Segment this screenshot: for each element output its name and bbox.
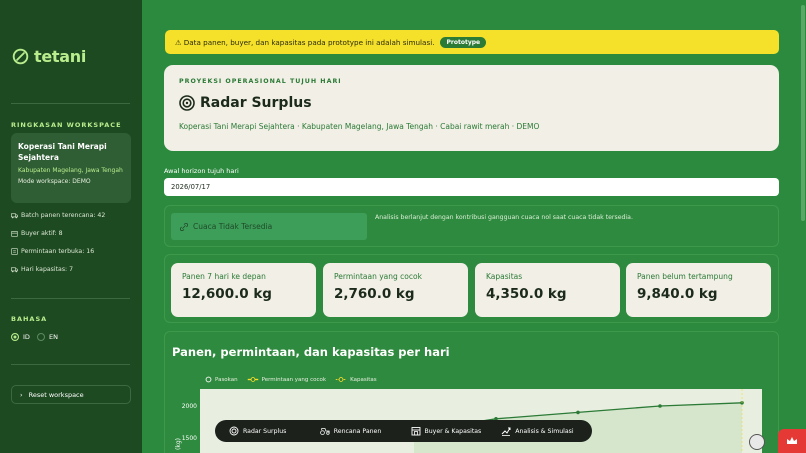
truck-icon <box>11 267 18 273</box>
y-tick-label: 1500 <box>182 435 197 442</box>
stat-capacity-days: Hari kapasitas: 7 <box>11 266 73 273</box>
radar-icon <box>179 95 195 111</box>
list-icon <box>11 248 18 255</box>
link-icon <box>180 222 188 231</box>
crown-icon[interactable] <box>778 429 806 453</box>
hero-eyebrow: PROYEKSI OPERASIONAL TUJUH HARI <box>179 78 342 85</box>
metric-value: 4,350.0 kg <box>486 286 567 302</box>
page-title: Radar Surplus <box>179 95 764 111</box>
workspace-heading: RINGKASAN WORKSPACE <box>11 121 122 129</box>
scrollbar-thumb[interactable] <box>801 5 805 221</box>
metric-label: Kapasitas <box>486 272 523 281</box>
nav-label: Radar Surplus <box>243 427 287 435</box>
app-name: tetani <box>34 47 87 66</box>
sidebar: tetani RINGKASAN WORKSPACE Koperasi Tani… <box>0 0 142 453</box>
tractor-icon <box>319 428 330 435</box>
stat-label: Buyer aktif: 8 <box>21 230 63 237</box>
nav-label: Buyer & Kapasitas <box>424 427 482 435</box>
box-icon <box>11 231 18 237</box>
stat-batch: Batch panen terencana: 42 <box>11 212 105 219</box>
metric-card-harvest: Panen 7 hari ke depan 12,600.0 kg <box>171 263 316 317</box>
metric-label: Panen belum tertampung <box>637 272 733 281</box>
language-heading: BAHASA <box>11 315 48 323</box>
crown-glyph <box>787 437 797 444</box>
prototype-badge: Prototype <box>440 36 487 48</box>
workspace-name: Koperasi Tani Merapi Sejahtera <box>18 142 107 162</box>
trend-icon <box>501 427 511 436</box>
weather-card: Cuaca Tidak Tersedia Analisis berlanjut … <box>164 205 779 247</box>
metric-card-demand: Permintaan yang cocok 2,760.0 kg <box>323 263 468 317</box>
y-axis-unit: kg <box>175 440 182 447</box>
chevron-right-icon: › <box>20 390 23 399</box>
metrics-panel: Panen 7 hari ke depan 12,600.0 kg Permin… <box>164 254 779 323</box>
truck-icon <box>11 213 18 219</box>
divider <box>11 364 130 365</box>
supply-point[interactable] <box>576 410 580 415</box>
radio-button[interactable] <box>37 333 45 341</box>
y-axis-label: (kg) <box>175 438 182 450</box>
workspace-mode: Mode workspace: DEMO <box>18 178 91 185</box>
horizon-date-value: 2026/07/17 <box>171 183 211 191</box>
radar-icon <box>229 426 239 436</box>
weather-note: Analisis berlanjut dengan kontribusi gan… <box>375 214 633 221</box>
hero-card: PROYEKSI OPERASIONAL TUJUH HARI Radar Su… <box>164 65 779 151</box>
weather-unavailable-button[interactable]: Cuaca Tidak Tersedia <box>171 213 367 240</box>
horizon-date-input[interactable]: 2026/07/17 <box>164 178 779 196</box>
nav-label: Analisis & Simulasi <box>515 427 574 435</box>
stat-label: Hari kapasitas: 7 <box>21 266 74 273</box>
nav-radar-surplus[interactable]: Radar Surplus <box>229 426 320 436</box>
page-scrollbar[interactable] <box>800 0 806 453</box>
leaf-icon <box>12 48 29 65</box>
workspace-location: Kabupaten Magelang, Jawa Tengah <box>18 167 123 174</box>
nav-buyer-kapasitas[interactable]: Buyer & Kapasitas <box>411 426 502 436</box>
workspace-card: Koperasi Tani Merapi Sejahtera Kabupaten… <box>11 133 131 203</box>
hero-subtitle: Koperasi Tani Merapi Sejahtera · Kabupat… <box>179 122 540 131</box>
language-label: EN <box>49 333 58 341</box>
metric-card-unabsorbed: Panen belum tertampung 9,840.0 kg <box>626 263 771 317</box>
stat-label: Batch panen terencana: 42 <box>21 212 106 219</box>
stat-label: Permintaan terbuka: 16 <box>21 248 95 255</box>
weather-label: Cuaca Tidak Tersedia <box>193 222 273 231</box>
bottom-nav: Radar Surplus Rencana Panen Buyer & Kapa… <box>215 420 592 442</box>
metric-value: 12,600.0 kg <box>182 286 272 302</box>
supply-point[interactable] <box>658 404 662 408</box>
reset-label: Reset workspace <box>28 390 84 399</box>
language-option-id[interactable]: ID <box>11 333 30 341</box>
divider <box>11 298 130 299</box>
nav-analisis-simulasi[interactable]: Analisis & Simulasi <box>501 426 592 436</box>
page-title-text: Radar Surplus <box>200 95 312 111</box>
language-label: ID <box>23 333 30 341</box>
y-tick-label: 2000 <box>182 403 197 410</box>
simulation-banner: ⚠ Data panen, buyer, dan kapasitas pada … <box>165 30 779 54</box>
banner-text: ⚠ Data panen, buyer, dan kapasitas pada … <box>175 37 435 47</box>
app-logo[interactable]: tetani <box>12 47 86 66</box>
nav-rencana-panen[interactable]: Rencana Panen <box>319 426 411 436</box>
metric-card-capacity: Kapasitas 4,350.0 kg <box>475 263 620 317</box>
nav-label: Rencana Panen <box>333 427 382 435</box>
metric-label: Permintaan yang cocok <box>334 272 422 281</box>
stat-requests: Permintaan terbuka: 16 <box>11 248 94 255</box>
assistant-avatar-icon[interactable] <box>749 434 765 450</box>
language-option-en[interactable]: EN <box>37 333 58 341</box>
metric-value: 9,840.0 kg <box>637 286 718 302</box>
radio-button[interactable] <box>11 333 19 341</box>
store-icon <box>411 427 420 436</box>
stat-buyer: Buyer aktif: 8 <box>11 230 63 237</box>
metric-label: Panen 7 hari ke depan <box>182 272 266 281</box>
metric-value: 2,760.0 kg <box>334 286 415 302</box>
divider <box>11 103 130 104</box>
reset-workspace-button[interactable]: › Reset workspace <box>11 385 131 404</box>
horizon-label: Awal horizon tujuh hari <box>164 167 239 175</box>
